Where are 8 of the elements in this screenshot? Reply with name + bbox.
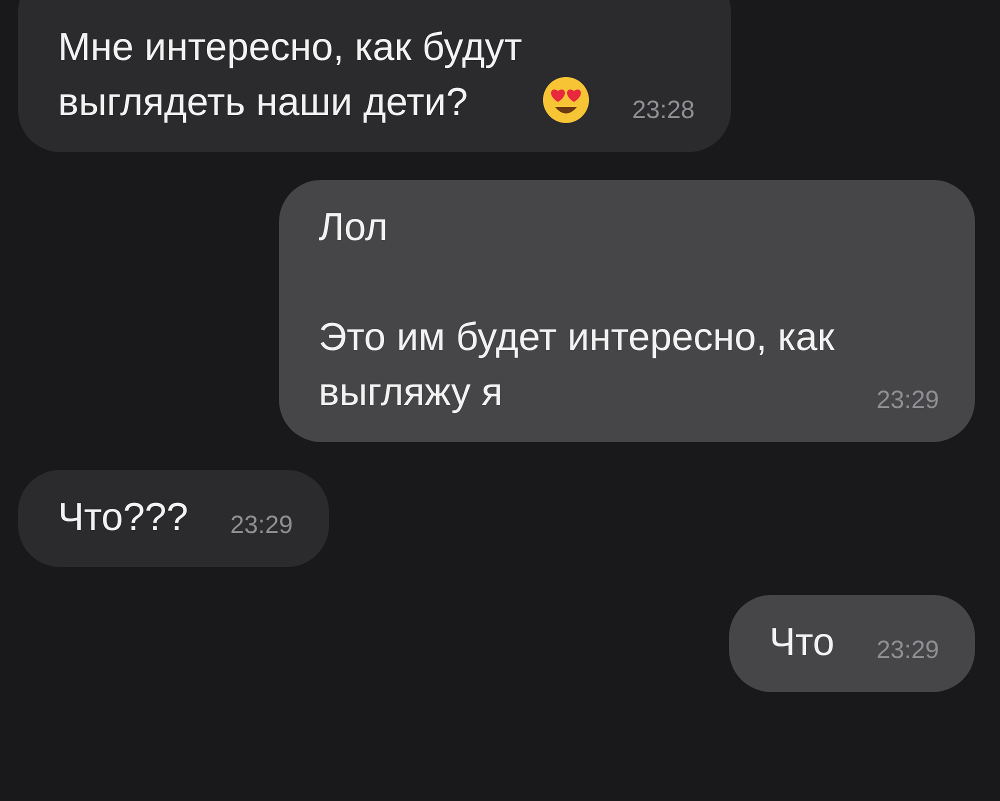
message-time: 23:29 — [876, 635, 939, 666]
message-time: 23:29 — [876, 385, 939, 416]
message-time: 23:28 — [632, 95, 695, 126]
message-time: 23:29 — [230, 510, 293, 541]
message-text: Что??? — [58, 495, 188, 541]
message-text: Мне интересно, как будут выглядеть наши дети? — [58, 25, 522, 126]
message-text: Что — [769, 620, 834, 666]
message-text: Лол Это им будет интересно, как выгляжу я — [318, 205, 834, 416]
